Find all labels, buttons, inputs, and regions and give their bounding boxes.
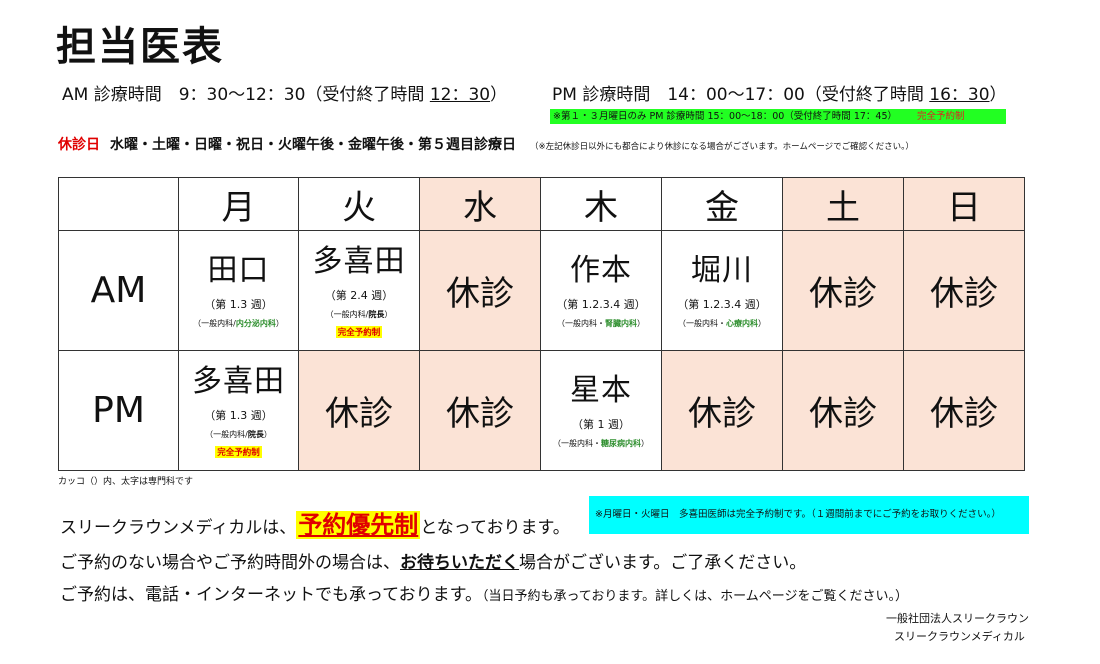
header-row: 月 火 水 木 金 土 日 [58,177,1025,231]
notice-booking: ご予約は、電話・インターネットでも承っております。（当日予約も承っております。詳… [60,580,908,605]
dept-specialty: 院長 [368,309,385,319]
clinic-name: スリークラウンメディカル [894,630,1025,643]
dept-prefix: （一般内科/ [193,319,236,328]
doctor-weeks: （第 1.2.3.4 週） [556,298,646,311]
pm-thu-cell: 星本 （第 1 週） （一般内科・糖尿病内科） [540,350,662,471]
notice-line3-small: （当日予約も承っております。詳しくは、ホームページをご覧ください。） [481,589,908,604]
dept-specialty: 内分泌内科 [235,319,276,328]
waiting-emphasis: お待ちいただく [400,553,519,573]
day-thu: 木 [540,177,662,231]
doctor-name: 多喜田 [192,363,285,399]
am-label: AM [58,230,179,351]
holiday-info: 休診日 水曜・土曜・日曜・祝日・火曜午後・金曜午後・第５週目診療日 （※左記休診日以… [58,134,914,154]
reservation-badge: 完全予約制 [215,445,262,458]
pm-hours: PM 診療時間 14：00〜17：00（受付終了時間 16：30） [552,80,1007,105]
org-name: 一般社団法人スリークラウン [886,612,1029,625]
doctor-weeks: （第 1 週） [572,418,630,431]
day-wed: 水 [419,177,541,231]
dept-suffix: ） [637,319,645,328]
doctor-weeks: （第 1.3 週） [204,408,273,422]
am-thu-cell: 作本 （第 1.2.3.4 週） （一般内科・腎臓内科） [540,230,662,351]
doctor-dept: （一般内科/内分泌内科） [179,318,298,329]
doctor-dept: （一般内科・心療内科） [662,318,782,329]
notice-line2-suffix: 場合がございます。ご了承ください。 [519,553,807,573]
pm-fri-cell: 休診 [661,350,783,471]
pm-mon-cell: 多喜田 （第 1.3 週） （一般内科/院長） 完全予約制 [178,350,299,471]
pm-reception-end: 16：30 [929,85,990,105]
am-hours-text: AM 診療時間 9：30〜12：30（受付終了時間 [62,85,430,105]
pm-note-reservation: 完全予約制 [917,111,965,122]
pm-row: PM 多喜田 （第 1.3 週） （一般内科/院長） 完全予約制 休診 休診 星… [58,350,1025,471]
pm-hours-text: PM 診療時間 14：00〜17：00（受付終了時間 [552,85,930,105]
dept-suffix: ） [275,319,284,328]
pm-hours-suffix: ） [989,85,1007,105]
am-row: AM 田口 （第 1.3 週） （一般内科/内分泌内科） 多喜田 （第 2.4 … [58,230,1025,351]
dept-specialty: 腎臓内科 [605,319,637,328]
corner-cell [58,177,179,231]
dept-suffix: ） [384,309,393,319]
table-footnote: カッコ（）内、太字は専門科です [58,477,194,487]
dept-specialty: 糖尿病内科 [601,439,641,448]
day-sun: 日 [903,177,1025,231]
dept-suffix: ） [263,429,272,439]
doctor-dept: （一般内科/院長） [179,429,298,440]
holiday-days: 水曜・土曜・日曜・祝日・火曜午後・金曜午後・第５週目診療日 [110,137,516,153]
am-wed-cell: 休診 [419,230,541,351]
pm-note-text: ※第１・３月曜日のみ PM 診療時間 15：00〜18：00（受付終了時間 17… [553,111,897,122]
schedule-table: 月 火 水 木 金 土 日 AM 田口 （第 1.3 週） （一般内科/内分泌内… [58,177,1025,471]
pm-tue-cell: 休診 [298,350,420,471]
day-tue: 火 [298,177,420,231]
pm-hours-note: ※第１・３月曜日のみ PM 診療時間 15：00〜18：00（受付終了時間 17… [550,109,1006,124]
doctor-name: 田口 [207,253,270,288]
dept-prefix: （一般内科/ [325,309,369,319]
notice-priority: スリークラウンメディカルは、予約優先制 となっております。 [60,505,570,540]
holiday-label: 休診日 [58,137,100,153]
notice-line3-main: ご予約は、電話・インターネットでも承っております。 [60,585,482,605]
dept-suffix: ） [641,439,649,448]
dept-prefix: （一般内科/ [205,429,248,439]
doctor-name: 作本 [570,253,632,288]
am-mon-cell: 田口 （第 1.3 週） （一般内科/内分泌内科） [178,230,299,351]
doctor-weeks: （第 1.2.3.4 週） [677,298,767,311]
dept-suffix: ） [758,319,766,328]
doctor-name: 星本 [570,373,632,408]
notice-line2-prefix: ご予約のない場合やご予約時間外の場合は、 [60,553,400,573]
am-hours-suffix: ） [490,85,508,105]
doctor-dept: （一般内科・糖尿病内科） [541,438,661,449]
doctor-weeks: （第 1.3 週） [204,298,273,311]
am-reception-end: 12：30 [429,85,491,105]
priority-highlight: 予約優先制 [296,511,421,539]
doctor-name: 堀川 [691,253,753,288]
reservation-badge: 完全予約制 [335,325,383,338]
notice-line1-prefix: スリークラウンメディカルは、 [60,518,297,538]
dept-prefix: （一般内科・ [557,319,605,328]
reservation-note-box: ※月曜日・火曜日 多喜田医師は完全予約制です。（１週間前までにご予約をお取りくだ… [589,496,1029,534]
doctor-dept: （一般内科・腎臓内科） [541,318,661,329]
day-mon: 月 [178,177,299,231]
dept-prefix: （一般内科・ [678,319,726,328]
holiday-note: （※左記休診日以外にも都合により休診になる場合がございます。ホームページでご確認… [530,142,914,152]
pm-wed-cell: 休診 [419,350,541,471]
am-tue-cell: 多喜田 （第 2.4 週） （一般内科/院長） 完全予約制 [298,230,420,351]
dept-specialty: 院長 [247,429,264,439]
page-title: 担当医表 [56,24,224,70]
doctor-name: 多喜田 [312,243,406,279]
dept-prefix: （一般内科・ [553,439,601,448]
day-sat: 土 [782,177,904,231]
am-sat-cell: 休診 [782,230,904,351]
notice-waiting: ご予約のない場合やご予約時間外の場合は、お待ちいただく場合がございます。ご了承く… [60,548,806,573]
am-hours: AM 診療時間 9：30〜12：30（受付終了時間 12：30） [62,80,507,105]
am-sun-cell: 休診 [903,230,1025,351]
pm-sun-cell: 休診 [903,350,1025,471]
doctor-weeks: （第 2.4 週） [324,288,394,302]
pm-label: PM [58,350,179,471]
dept-specialty: 心療内科 [726,319,758,328]
doctor-dept: （一般内科/院長） [299,309,419,320]
pm-sat-cell: 休診 [782,350,904,471]
day-fri: 金 [661,177,783,231]
notice-line1-suffix: となっております。 [420,518,570,538]
am-fri-cell: 堀川 （第 1.2.3.4 週） （一般内科・心療内科） [661,230,783,351]
